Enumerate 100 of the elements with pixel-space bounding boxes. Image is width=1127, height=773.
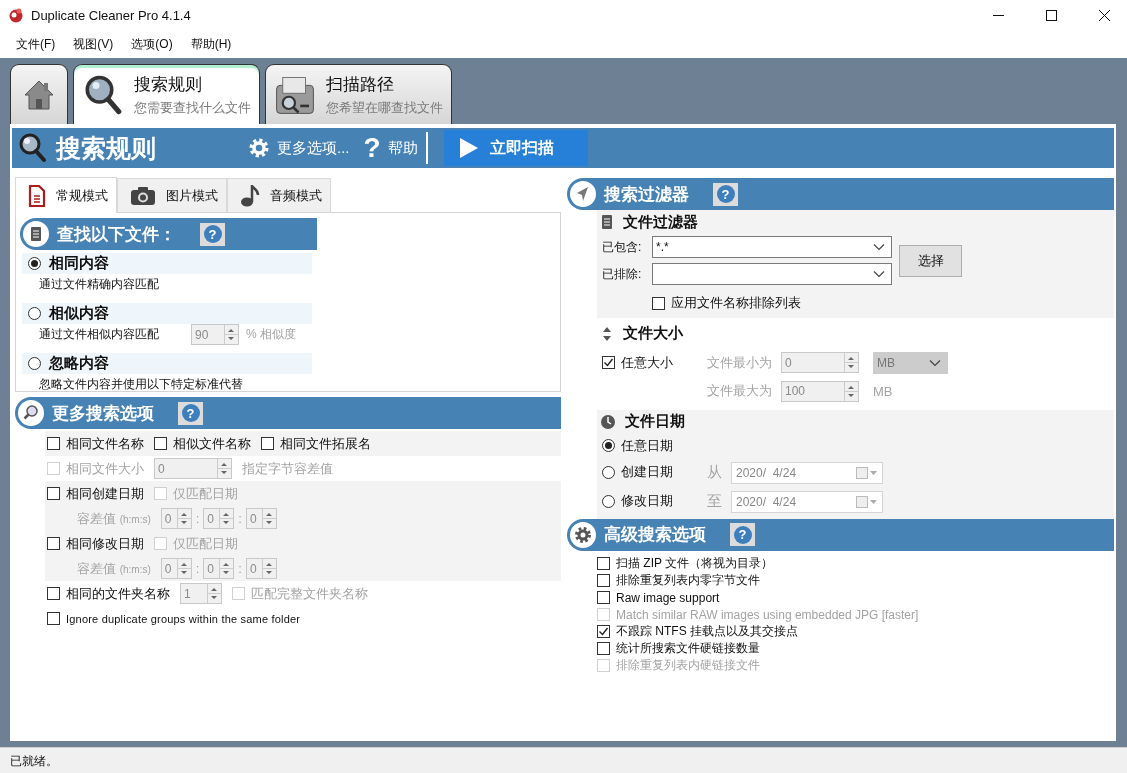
- subsection-title: 文件日期: [625, 412, 685, 431]
- page-title: 搜索规则: [56, 132, 156, 164]
- unit-label: MB: [873, 383, 893, 399]
- close-icon[interactable]: [1098, 9, 1110, 21]
- document-icon: [23, 221, 49, 247]
- magnifier-icon: [18, 132, 48, 164]
- checkbox[interactable]: [47, 612, 60, 625]
- magnifier-icon: [18, 400, 44, 426]
- radio-label[interactable]: 相似内容: [49, 304, 109, 323]
- separator-text: :: [238, 511, 242, 526]
- music-note-icon: [240, 184, 260, 207]
- tab[interactable]: 扫描路径 您希望在哪查找文件: [265, 64, 452, 124]
- document-icon: [28, 184, 46, 207]
- checkbox-label[interactable]: 任意大小: [621, 353, 673, 372]
- checkbox[interactable]: [597, 557, 610, 570]
- checkbox-label[interactable]: 统计所搜索文件硬链接数量: [616, 640, 760, 657]
- help-button[interactable]: ?: [178, 401, 203, 425]
- checkbox-label[interactable]: 不跟踪 NTFS 挂载点以及其交接点: [616, 623, 798, 640]
- separator-text: :: [238, 561, 242, 576]
- checkbox[interactable]: [261, 437, 274, 450]
- up-down-icon: [601, 326, 613, 341]
- checkbox[interactable]: [597, 642, 610, 655]
- radio-button[interactable]: [602, 439, 615, 452]
- clock-icon: [601, 414, 615, 429]
- tolerance-label: 容差值 (h:m:s): [77, 559, 152, 578]
- dropdown-field[interactable]: *.*: [652, 236, 892, 258]
- chevron-down-icon[interactable]: [873, 243, 885, 251]
- mode-tab[interactable]: 音频模式: [227, 178, 331, 212]
- radio-label[interactable]: 修改日期: [621, 492, 673, 511]
- help-button[interactable]: ? 帮助: [363, 132, 418, 164]
- radio-label[interactable]: 任意日期: [621, 436, 673, 455]
- section-title: 搜索过滤器: [604, 183, 689, 206]
- minimize-icon[interactable]: [992, 14, 1004, 16]
- checkbox[interactable]: [597, 591, 610, 604]
- checkbox-label[interactable]: Raw image support: [616, 590, 720, 605]
- section-title: 查找以下文件：: [57, 223, 176, 246]
- description-text: 通过文件精确内容匹配: [39, 276, 159, 293]
- mode-tab[interactable]: 图片模式: [117, 178, 227, 212]
- radio-button[interactable]: [28, 257, 41, 270]
- checkbox[interactable]: [602, 356, 615, 369]
- checkbox-label[interactable]: Ignore duplicate groups within the same folder: [66, 612, 301, 625]
- radio-button[interactable]: [602, 494, 615, 508]
- checkbox[interactable]: [47, 537, 60, 550]
- field-label: 已排除:: [602, 265, 643, 283]
- play-icon: [459, 138, 478, 158]
- menu-item[interactable]: 视图(V): [64, 31, 123, 57]
- checkbox-label[interactable]: 相同文件名称: [66, 434, 144, 453]
- date-field[interactable]: 2020/ 4/24: [731, 490, 883, 513]
- checkbox-label[interactable]: 扫描 ZIP 文件（将视为目录）: [616, 555, 774, 572]
- dropdown-field[interactable]: [652, 263, 892, 285]
- checkbox[interactable]: [652, 296, 665, 310]
- help-button[interactable]: ?: [200, 222, 225, 246]
- checkbox[interactable]: [47, 487, 60, 500]
- chevron-down-icon[interactable]: [873, 270, 885, 278]
- tab[interactable]: 搜索规则 您需要查找什么文件: [73, 64, 260, 124]
- radio-label[interactable]: 忽略内容: [49, 354, 109, 373]
- checkbox-label[interactable]: 排除重复列表内零字节文件: [616, 572, 760, 589]
- radio-button[interactable]: [28, 357, 41, 370]
- checkbox-label[interactable]: 相同修改日期: [66, 534, 144, 553]
- help-button[interactable]: ?: [713, 182, 738, 206]
- date-prefix-label: 从: [707, 463, 723, 482]
- radio-label[interactable]: 创建日期: [621, 463, 673, 482]
- menu-item[interactable]: 文件(F): [7, 31, 65, 57]
- checkbox[interactable]: [597, 625, 610, 638]
- status-text: 已就绪。: [9, 753, 59, 770]
- menu-item[interactable]: 帮助(H): [181, 31, 241, 57]
- scan-now-button[interactable]: 立即扫描: [443, 130, 588, 166]
- checkbox-label[interactable]: 相同创建日期: [66, 484, 144, 503]
- camera-icon: [130, 185, 156, 206]
- unit-label: % 相似度: [246, 326, 296, 343]
- checkbox-label[interactable]: 相同文件拓展名: [280, 434, 371, 453]
- checkbox-label[interactable]: 应用文件名称排除列表: [671, 294, 801, 312]
- gear-icon: [248, 137, 270, 159]
- maximize-icon[interactable]: [1045, 9, 1057, 21]
- checkbox[interactable]: [47, 587, 60, 600]
- choose-button[interactable]: 选择: [899, 244, 962, 277]
- checkbox[interactable]: [154, 437, 167, 450]
- field-label: 已包含:: [602, 238, 643, 256]
- more-options-button[interactable]: 更多选项...: [248, 137, 350, 159]
- home-tab[interactable]: [10, 64, 68, 124]
- menu-item[interactable]: 选项(O): [122, 31, 182, 57]
- window-title: Duplicate Cleaner Pro 4.1.4: [31, 7, 191, 23]
- radio-label[interactable]: 相同内容: [49, 254, 109, 273]
- radio-button[interactable]: [28, 307, 41, 320]
- date-field[interactable]: 2020/ 4/24: [731, 461, 883, 484]
- radio-button[interactable]: [602, 465, 615, 479]
- hint-text: 指定字节容差值: [242, 459, 333, 478]
- description-text: 忽略文件内容并使用以下特定标准代替: [39, 376, 243, 393]
- subsection-title: 文件大小: [623, 324, 683, 343]
- mode-tab[interactable]: 常规模式: [15, 177, 117, 213]
- checkbox-label[interactable]: 相同的文件夹名称: [66, 584, 170, 603]
- tolerance-label: 容差值 (h:m:s): [77, 509, 152, 528]
- checkbox-label[interactable]: 相似文件名称: [173, 434, 251, 453]
- gear-icon: [570, 521, 596, 548]
- section-title: 高级搜索选项: [604, 524, 706, 546]
- document-icon: [601, 215, 613, 229]
- checkbox[interactable]: [47, 437, 60, 450]
- checkbox[interactable]: [597, 574, 610, 587]
- help-button[interactable]: ?: [730, 523, 755, 546]
- subsection-title: 文件过滤器: [623, 212, 698, 232]
